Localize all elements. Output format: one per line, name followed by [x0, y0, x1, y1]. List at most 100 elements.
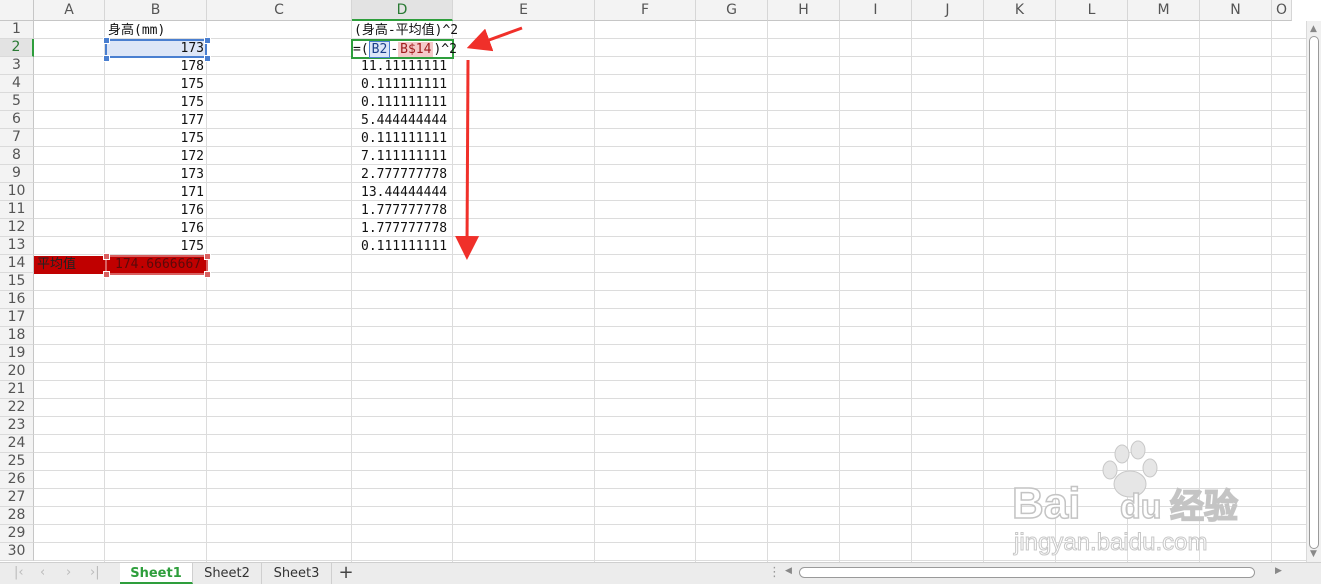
cell-d7[interactable]: 0.111111111: [361, 130, 453, 147]
row-header-17[interactable]: 17: [0, 309, 34, 327]
row-header-2[interactable]: 2: [0, 39, 34, 57]
column-header-j[interactable]: J: [912, 0, 984, 21]
scroll-down-icon[interactable]: ▼: [1310, 549, 1317, 559]
cell-b12[interactable]: 176: [106, 220, 207, 237]
column-header-g[interactable]: G: [696, 0, 768, 21]
cell-d3[interactable]: 11.11111111: [361, 58, 453, 75]
row-header-10[interactable]: 10: [0, 183, 34, 201]
row-header-9[interactable]: 9: [0, 165, 34, 183]
row-header-21[interactable]: 21: [0, 381, 34, 399]
row-header-20[interactable]: 20: [0, 363, 34, 381]
row-header-16[interactable]: 16: [0, 291, 34, 309]
horizontal-scrollbar[interactable]: ◀ ▶: [781, 566, 1289, 580]
row-header-29[interactable]: 29: [0, 525, 34, 543]
sheet-tab-sheet2[interactable]: Sheet2: [193, 563, 262, 584]
cell-d8[interactable]: 7.111111111: [361, 148, 453, 165]
gridline: [34, 92, 1306, 93]
column-header-b[interactable]: B: [105, 0, 207, 21]
row-header-4[interactable]: 4: [0, 75, 34, 93]
cell-d10[interactable]: 13.44444444: [361, 184, 453, 201]
cell-d9[interactable]: 2.777777778: [361, 166, 453, 183]
row-header-13[interactable]: 13: [0, 237, 34, 255]
formula-edit-d2[interactable]: =(B2- B$14)^2: [353, 41, 473, 58]
row-header-18[interactable]: 18: [0, 327, 34, 345]
row-header-19[interactable]: 19: [0, 345, 34, 363]
sheet-tab-sheet3[interactable]: Sheet3: [262, 563, 332, 584]
gridline: [34, 416, 1306, 417]
last-sheet-icon[interactable]: ›|: [90, 565, 100, 580]
cell-b3[interactable]: 178: [106, 58, 207, 75]
row-header-11[interactable]: 11: [0, 201, 34, 219]
row-header-7[interactable]: 7: [0, 129, 34, 147]
add-sheet-button[interactable]: +: [336, 563, 356, 584]
cell-b9[interactable]: 173: [106, 166, 207, 183]
sheet-tab-sheet1[interactable]: Sheet1: [120, 563, 193, 584]
horizontal-scroll-thumb[interactable]: [799, 567, 1255, 578]
row-header-6[interactable]: 6: [0, 111, 34, 129]
column-header-m[interactable]: M: [1128, 0, 1200, 21]
column-header-l[interactable]: L: [1056, 0, 1128, 21]
row-header-22[interactable]: 22: [0, 399, 34, 417]
next-sheet-icon[interactable]: ›: [66, 565, 71, 580]
column-header-n[interactable]: N: [1200, 0, 1272, 21]
row-header-27[interactable]: 27: [0, 489, 34, 507]
cell-b6[interactable]: 177: [106, 112, 207, 129]
column-header-e[interactable]: E: [453, 0, 595, 21]
row-header-14[interactable]: 14: [0, 255, 34, 273]
column-header-f[interactable]: F: [595, 0, 696, 21]
row-header-15[interactable]: 15: [0, 273, 34, 291]
cell-b14[interactable]: 174.6666667: [105, 255, 208, 275]
cell-d12[interactable]: 1.777777778: [361, 220, 453, 237]
column-header-d[interactable]: D: [352, 0, 453, 21]
resize-handle[interactable]: [103, 253, 110, 260]
row-header-26[interactable]: 26: [0, 471, 34, 489]
gridline: [695, 21, 696, 562]
cell-d4[interactable]: 0.111111111: [361, 76, 453, 93]
cell-b1[interactable]: 身高(mm): [108, 22, 205, 39]
row-header-28[interactable]: 28: [0, 507, 34, 525]
row-header-25[interactable]: 25: [0, 453, 34, 471]
resize-handle[interactable]: [204, 253, 211, 260]
column-header-h[interactable]: H: [768, 0, 840, 21]
row-header-5[interactable]: 5: [0, 93, 34, 111]
resize-handle[interactable]: [103, 271, 110, 278]
cell-b2[interactable]: 173: [106, 40, 207, 57]
column-header-o[interactable]: O: [1272, 0, 1292, 21]
cell-b11[interactable]: 176: [106, 202, 207, 219]
cell-d5[interactable]: 0.111111111: [361, 94, 453, 111]
scroll-right-icon[interactable]: ▶: [1275, 566, 1282, 576]
row-header-3[interactable]: 3: [0, 57, 34, 75]
row-header-23[interactable]: 23: [0, 417, 34, 435]
scroll-up-icon[interactable]: ▲: [1310, 24, 1317, 34]
resize-handle[interactable]: [204, 271, 211, 278]
vertical-scrollbar[interactable]: ▲ ▼: [1306, 21, 1321, 562]
column-header-c[interactable]: C: [207, 0, 352, 21]
cell-a14[interactable]: 平均值: [34, 256, 105, 274]
cell-b5[interactable]: 175: [106, 94, 207, 111]
vertical-scroll-thumb[interactable]: [1309, 36, 1319, 549]
cell-d13[interactable]: 0.111111111: [361, 238, 453, 255]
row-header-12[interactable]: 12: [0, 219, 34, 237]
column-header-a[interactable]: A: [34, 0, 105, 21]
cell-d1[interactable]: (身高-平均值)^2: [354, 22, 504, 39]
cell-b4[interactable]: 175: [106, 76, 207, 93]
select-all-corner[interactable]: [0, 0, 34, 21]
cell-d11[interactable]: 1.777777778: [361, 202, 453, 219]
cell-b8[interactable]: 172: [106, 148, 207, 165]
scroll-left-icon[interactable]: ◀: [785, 566, 792, 576]
column-header-k[interactable]: K: [984, 0, 1056, 21]
cell-b10[interactable]: 171: [106, 184, 207, 201]
row-header-8[interactable]: 8: [0, 147, 34, 165]
tab-split-handle[interactable]: ⋮: [768, 565, 781, 580]
gridline: [34, 128, 1306, 129]
cell-d6[interactable]: 5.444444444: [361, 112, 453, 129]
row-header-30[interactable]: 30: [0, 543, 34, 561]
prev-sheet-icon[interactable]: ‹: [40, 565, 45, 580]
spreadsheet-grid[interactable]: ABCDEFGHIJKLMNO 1 2 3 4 5 6 7 8 9 10 11 12 13 14 15 16 1…: [0, 0, 1321, 562]
cell-b13[interactable]: 175: [106, 238, 207, 255]
cell-b7[interactable]: 175: [106, 130, 207, 147]
row-header-24[interactable]: 24: [0, 435, 34, 453]
row-header-1[interactable]: 1: [0, 21, 34, 39]
first-sheet-icon[interactable]: |‹: [14, 565, 24, 580]
column-header-i[interactable]: I: [840, 0, 912, 21]
